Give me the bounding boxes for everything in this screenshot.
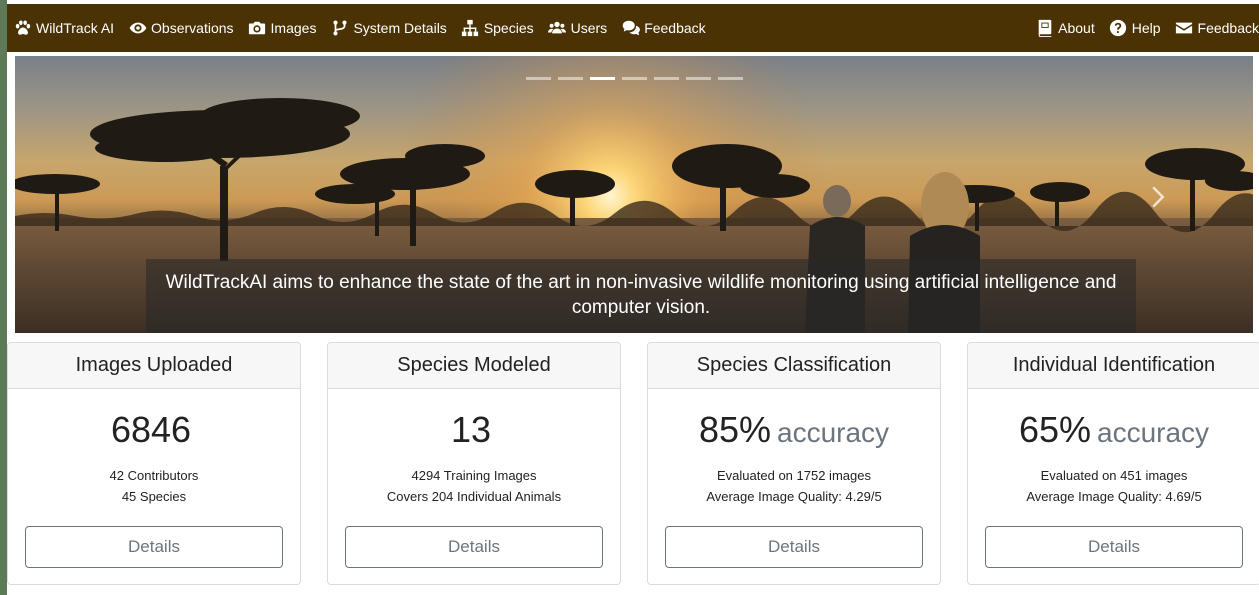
navbar-right: About Help Feedback xyxy=(1021,4,1259,52)
card-title: Images Uploaded xyxy=(8,343,300,389)
card-value: 85% accuracy xyxy=(648,409,940,451)
details-button[interactable]: Details xyxy=(345,526,603,568)
card-line: Average Image Quality: 4.69/5 xyxy=(1026,489,1202,504)
nav-images-label: Images xyxy=(270,20,317,36)
nav-observations[interactable]: Observations xyxy=(128,19,234,38)
envelope-icon xyxy=(1175,19,1194,38)
carousel-indicator[interactable] xyxy=(685,77,711,80)
card-details-text: Evaluated on 451 images Average Image Qu… xyxy=(968,465,1259,507)
book-icon xyxy=(1035,19,1054,38)
nav-about-label: About xyxy=(1058,20,1095,36)
navbar-left: WildTrack AI Observations Images System … xyxy=(13,4,720,52)
card-value-suffix: accuracy xyxy=(777,417,890,448)
nav-species[interactable]: Species xyxy=(461,19,534,38)
card-value-number: 13 xyxy=(450,409,492,450)
card-line: 42 Contributors xyxy=(109,468,199,483)
card-title: Species Classification xyxy=(648,343,940,389)
card-value-number: 65% xyxy=(1018,409,1091,450)
nav-about[interactable]: About xyxy=(1035,19,1095,38)
nav-species-label: Species xyxy=(483,20,534,36)
details-button[interactable]: Details xyxy=(665,526,923,568)
card-species-classification: Species Classification 85% accuracy Evalu… xyxy=(647,342,941,585)
card-line: 4294 Training Images xyxy=(411,468,537,483)
carousel-indicator[interactable] xyxy=(653,77,679,80)
nav-feedback-label: Feedback xyxy=(644,20,706,36)
card-value: 65% accuracy xyxy=(968,409,1259,451)
carousel-indicator[interactable] xyxy=(589,77,615,80)
carousel-indicator[interactable] xyxy=(557,77,583,80)
nav-system-details-label: System Details xyxy=(353,20,447,36)
carousel-indicator[interactable] xyxy=(621,77,647,80)
nav-images[interactable]: Images xyxy=(248,19,317,38)
card-line: Covers 204 Individual Animals xyxy=(386,489,562,504)
nav-help[interactable]: Help xyxy=(1109,19,1161,38)
brand-link[interactable]: WildTrack AI xyxy=(13,19,114,38)
card-value-number: 6846 xyxy=(110,409,192,450)
users-icon xyxy=(548,19,567,38)
nav-feedback-right-label: Feedback xyxy=(1197,20,1259,36)
carousel-indicator[interactable] xyxy=(717,77,743,80)
eye-icon xyxy=(128,19,147,38)
nav-users[interactable]: Users xyxy=(548,19,608,38)
card-line: Evaluated on 1752 images xyxy=(717,468,871,483)
nav-feedback-right[interactable]: Feedback xyxy=(1175,19,1259,38)
hero-carousel: WildTrackAI aims to enhance the state of… xyxy=(15,56,1253,333)
navbar: WildTrack AI Observations Images System … xyxy=(7,4,1259,52)
nav-users-label: Users xyxy=(570,20,608,36)
camera-icon xyxy=(248,19,267,38)
card-images-uploaded: Images Uploaded 6846 42 Contributors 45 … xyxy=(7,342,301,585)
details-button[interactable]: Details xyxy=(25,526,283,568)
card-individual-identification: Individual Identification 65% accuracy Ev… xyxy=(967,342,1259,585)
card-line: 45 Species xyxy=(121,489,187,504)
card-details-text: 42 Contributors 45 Species xyxy=(8,465,300,507)
card-title: Species Modeled xyxy=(328,343,620,389)
nav-help-label: Help xyxy=(1131,20,1161,36)
carousel-next-button[interactable] xyxy=(1147,182,1169,212)
card-line: Evaluated on 451 images xyxy=(1040,468,1188,483)
chevron-right-icon xyxy=(1152,186,1165,208)
page: WildTrack AI Observations Images System … xyxy=(7,0,1259,595)
carousel-indicator[interactable] xyxy=(525,77,551,80)
card-value-number: 85% xyxy=(698,409,771,450)
stats-cards: Images Uploaded 6846 42 Contributors 45 … xyxy=(7,342,1259,595)
question-circle-icon xyxy=(1109,19,1128,38)
details-button[interactable]: Details xyxy=(985,526,1243,568)
card-details-text: 4294 Training Images Covers 204 Individu… xyxy=(328,465,620,507)
carousel-indicators xyxy=(15,77,1253,80)
nav-feedback[interactable]: Feedback xyxy=(621,19,706,38)
card-line: Average Image Quality: 4.29/5 xyxy=(706,489,882,504)
card-value-suffix: accuracy xyxy=(1097,417,1210,448)
paw-icon xyxy=(13,19,32,38)
card-value: 13 xyxy=(328,409,620,451)
card-species-modeled: Species Modeled 13 4294 Training Images … xyxy=(327,342,621,585)
nav-system-details[interactable]: System Details xyxy=(330,19,447,38)
card-details-text: Evaluated on 1752 images Average Image Q… xyxy=(648,465,940,507)
nav-observations-label: Observations xyxy=(151,20,234,36)
card-title: Individual Identification xyxy=(968,343,1259,389)
sitemap-icon xyxy=(461,19,480,38)
brand-label: WildTrack AI xyxy=(36,20,115,36)
carousel-caption: WildTrackAI aims to enhance the state of… xyxy=(146,259,1136,333)
comments-icon xyxy=(621,19,640,38)
branch-icon xyxy=(330,19,349,38)
card-value: 6846 xyxy=(8,409,300,451)
